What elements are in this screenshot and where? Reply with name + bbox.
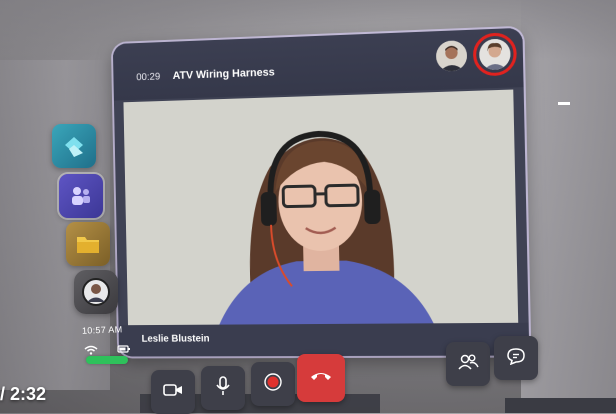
call-title: ATV Wiring Harness xyxy=(173,66,275,82)
call-timer: 00:29 xyxy=(136,72,160,84)
camera-button[interactable] xyxy=(151,370,195,414)
status-indicator-bar xyxy=(86,356,128,364)
status-clock: 10:57 AM xyxy=(82,324,123,335)
hang-up-icon xyxy=(310,369,332,387)
dynamics-guides-icon xyxy=(61,133,87,159)
participant-avatar-1[interactable] xyxy=(436,40,467,72)
speaker-video xyxy=(123,90,518,326)
participant-avatar-2-selected[interactable] xyxy=(479,38,511,70)
teams-app-tile[interactable] xyxy=(59,174,103,218)
person-avatar-icon xyxy=(479,38,511,70)
speaker-name: Leslie Blustein xyxy=(142,334,210,345)
control-shelf-right xyxy=(505,398,616,413)
video-playback-time: / 2:32 xyxy=(0,384,46,405)
chat-button[interactable] xyxy=(494,336,538,380)
camera-icon xyxy=(163,383,183,402)
chat-icon xyxy=(506,347,526,370)
person-avatar-icon xyxy=(436,40,467,72)
record-button[interactable] xyxy=(251,362,295,406)
participants-icon xyxy=(457,353,479,376)
microphone-button[interactable] xyxy=(201,366,245,410)
record-icon xyxy=(264,373,282,396)
teams-icon xyxy=(68,183,94,209)
profile-app-tile[interactable] xyxy=(74,270,118,314)
microphone-icon xyxy=(215,376,231,401)
hang-up-button[interactable] xyxy=(297,354,345,402)
participants-button[interactable] xyxy=(446,342,490,386)
files-app-tile[interactable] xyxy=(66,222,110,266)
call-window: 00:29 ATV Wiring Harness xyxy=(113,28,530,357)
dynamics-guides-app-tile[interactable] xyxy=(52,124,96,168)
profile-icon xyxy=(81,277,111,307)
room-marker xyxy=(558,102,570,105)
folder-icon xyxy=(75,233,101,255)
speaker-video-frame xyxy=(123,90,518,326)
